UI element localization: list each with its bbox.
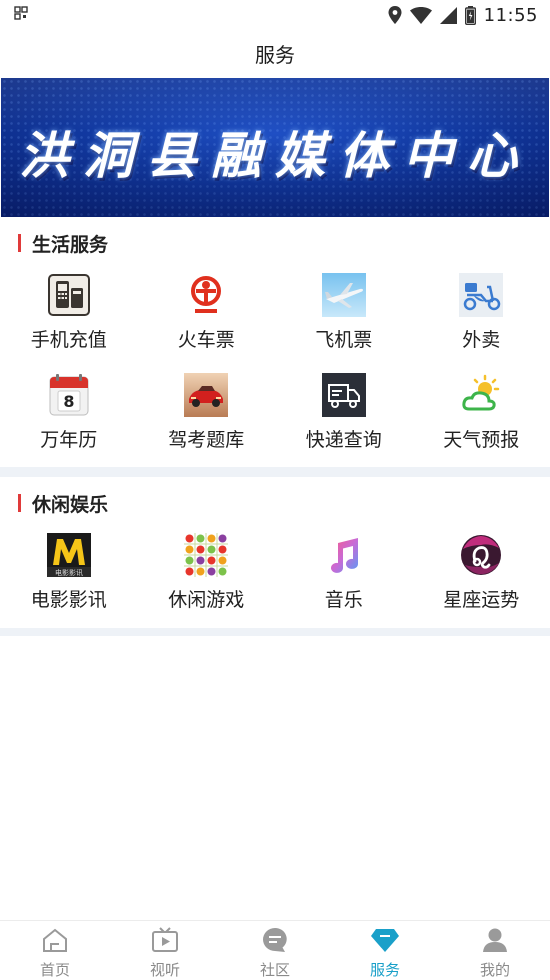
tab-media[interactable]: 视听	[110, 921, 220, 978]
service-label: 星座运势	[443, 585, 519, 612]
section-life-services: 生活服务 手机充值 火车票 飞机票 外卖	[0, 221, 550, 465]
section-divider	[0, 467, 550, 477]
section-divider	[0, 628, 550, 636]
tab-label: 社区	[260, 959, 290, 980]
section-marker	[18, 494, 21, 512]
fruit-game-icon	[184, 533, 228, 577]
service-driving-test[interactable]: 驾考题库	[138, 365, 276, 465]
service-music[interactable]: 音乐	[275, 525, 413, 625]
movie-icon: 电影影讯	[47, 533, 91, 577]
airplane-icon	[322, 273, 366, 317]
service-casual-games[interactable]: 休闲游戏	[138, 525, 276, 625]
zodiac-icon	[459, 533, 503, 577]
tv-icon	[151, 927, 179, 957]
tab-community[interactable]: 社区	[220, 921, 330, 978]
phone-recharge-icon	[47, 273, 91, 317]
location-icon	[388, 6, 402, 24]
music-note-icon	[322, 533, 366, 577]
section-marker	[18, 234, 21, 252]
service-label: 天气预报	[443, 425, 519, 452]
delivery-scooter-icon	[459, 273, 503, 317]
clock: 11:55	[484, 5, 538, 26]
service-flight-ticket[interactable]: 飞机票	[275, 265, 413, 365]
section-entertainment: 休闲娱乐 电影影讯 电影影讯 休闲游戏 音乐 星座运势	[0, 481, 550, 625]
tab-mine[interactable]: 我的	[440, 921, 550, 978]
service-label: 电影影讯	[31, 585, 107, 612]
tab-label: 视听	[150, 959, 180, 980]
delivery-truck-icon	[322, 373, 366, 417]
service-label: 飞机票	[315, 325, 372, 352]
service-label: 休闲游戏	[168, 585, 244, 612]
service-weather[interactable]: 天气预报	[413, 365, 550, 465]
section-title: 休闲娱乐	[32, 490, 108, 517]
calendar-number: 8	[63, 392, 74, 411]
user-icon	[481, 927, 509, 957]
diamond-icon	[370, 927, 400, 957]
service-takeout[interactable]: 外卖	[413, 265, 550, 365]
service-horoscope[interactable]: 星座运势	[413, 525, 550, 625]
car-icon	[184, 373, 228, 417]
chat-icon	[261, 927, 289, 957]
service-label: 万年历	[40, 425, 97, 452]
status-bar: 11:55	[0, 0, 550, 30]
banner[interactable]: 洪洞县融媒体中心	[1, 78, 549, 217]
weather-icon	[459, 373, 503, 417]
tab-home[interactable]: 首页	[0, 921, 110, 978]
calendar-icon: 8	[47, 373, 91, 417]
tab-label: 我的	[480, 959, 510, 980]
tab-services[interactable]: 服务	[330, 921, 440, 978]
page-title: 服务	[0, 30, 550, 76]
banner-text: 洪洞县融媒体中心	[1, 116, 549, 188]
section-title: 生活服务	[32, 230, 108, 257]
service-label: 手机充值	[31, 325, 107, 352]
railway-icon	[184, 273, 228, 317]
service-label: 音乐	[325, 585, 363, 612]
service-movie-news[interactable]: 电影影讯 电影影讯	[0, 525, 138, 625]
service-calendar[interactable]: 8 万年历	[0, 365, 138, 465]
service-label: 火车票	[178, 325, 235, 352]
service-label: 驾考题库	[168, 425, 244, 452]
wifi-icon	[410, 7, 432, 24]
home-icon	[41, 927, 69, 957]
notification-icon	[14, 5, 28, 25]
service-label: 快递查询	[306, 425, 382, 452]
service-train-ticket[interactable]: 火车票	[138, 265, 276, 365]
service-express-tracking[interactable]: 快递查询	[275, 365, 413, 465]
bottom-tab-bar: 首页 视听 社区 服务 我的	[0, 920, 550, 978]
movie-icon-caption: 电影影讯	[55, 568, 83, 577]
service-label: 外卖	[462, 325, 500, 352]
battery-icon	[465, 6, 476, 25]
tab-label: 服务	[370, 959, 400, 980]
signal-icon	[440, 7, 457, 24]
tab-label: 首页	[40, 959, 70, 980]
service-phone-recharge[interactable]: 手机充值	[0, 265, 138, 365]
